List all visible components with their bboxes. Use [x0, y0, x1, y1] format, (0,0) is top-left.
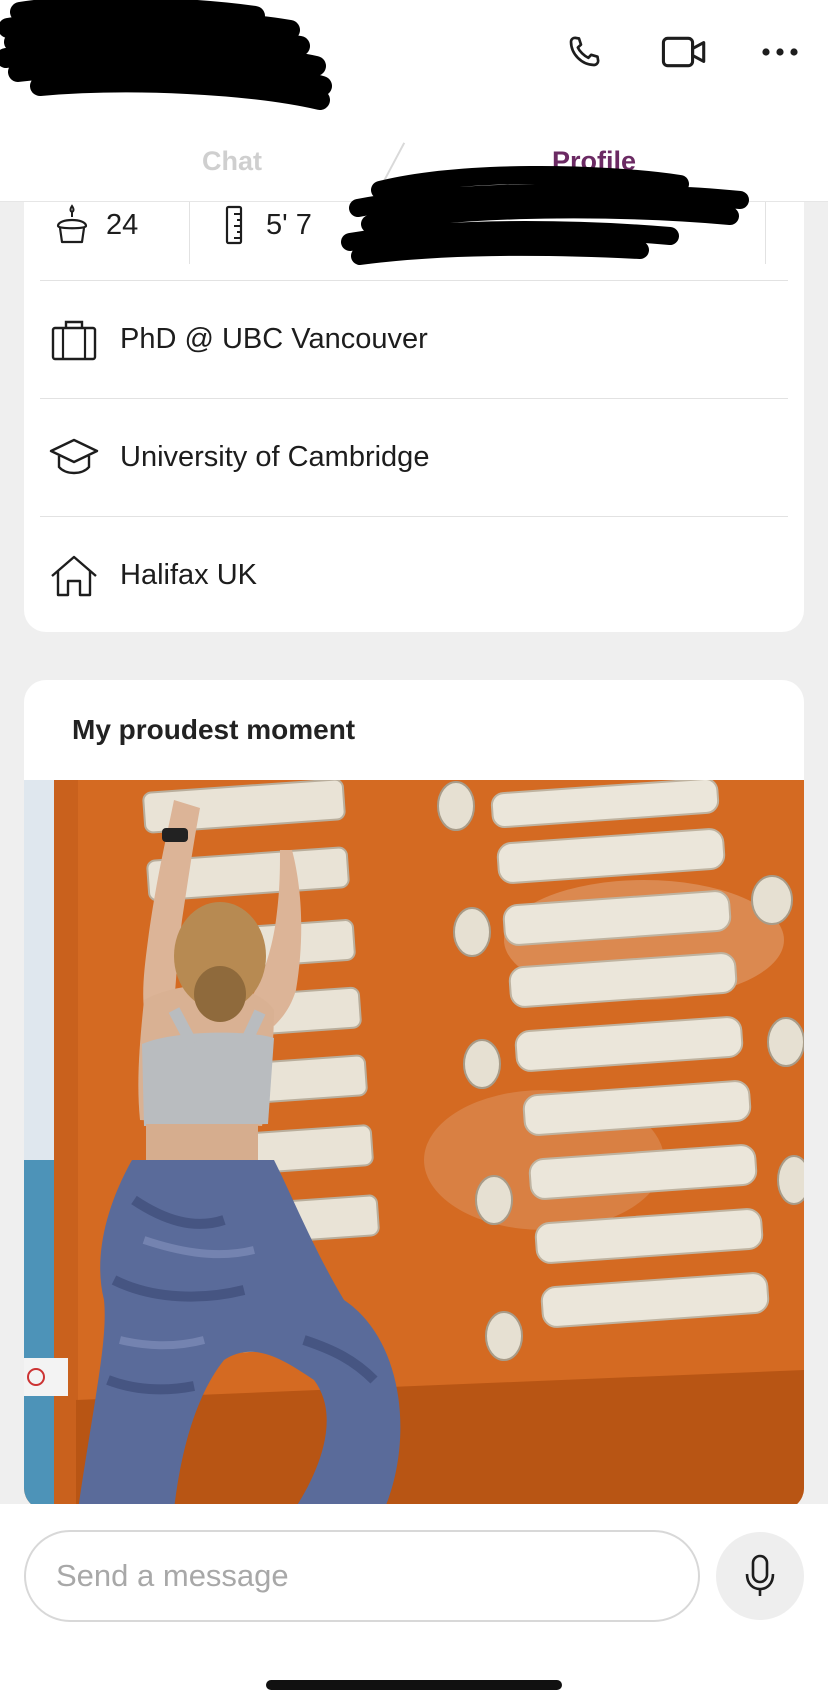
more-options-button[interactable]: [752, 24, 808, 80]
height-value: 5' 7: [266, 208, 312, 241]
app-screen: Chat Profile 24 5' 7 PhD @ UBC Vancouver…: [0, 0, 828, 1704]
graduation-cap-icon: [44, 428, 104, 488]
voice-message-button[interactable]: [716, 1532, 804, 1620]
microphone-icon: [745, 1554, 775, 1596]
call-button[interactable]: [556, 24, 612, 80]
ruler-icon: [225, 205, 243, 245]
message-input[interactable]: [24, 1530, 700, 1622]
home-icon: [44, 546, 104, 606]
job-row: PhD @ UBC Vancouver: [40, 280, 788, 398]
school-text: University of Cambridge: [120, 441, 430, 473]
redacted-stat-scribble: [341, 165, 749, 265]
age-value: 24: [106, 208, 139, 241]
redacted-name-scribble: [0, 0, 332, 110]
briefcase-icon: [44, 310, 104, 370]
hometown-row: Halifax UK: [40, 516, 788, 632]
profile-photo[interactable]: [24, 780, 804, 1510]
hometown-text: Halifax UK: [120, 559, 257, 591]
tab-chat[interactable]: Chat: [202, 146, 262, 177]
school-row: University of Cambridge: [40, 398, 788, 516]
phone-icon: [569, 36, 600, 67]
more-icon: [762, 48, 798, 56]
birthday-cake-icon: [56, 204, 88, 244]
message-composer: [0, 1504, 828, 1704]
video-call-button[interactable]: [656, 24, 712, 80]
prompt-title: My proudest moment: [72, 714, 356, 745]
home-indicator[interactable]: [266, 1680, 562, 1690]
prompt-card: My proudest moment: [24, 680, 804, 1510]
video-icon: [661, 36, 706, 68]
job-text: PhD @ UBC Vancouver: [120, 323, 428, 355]
